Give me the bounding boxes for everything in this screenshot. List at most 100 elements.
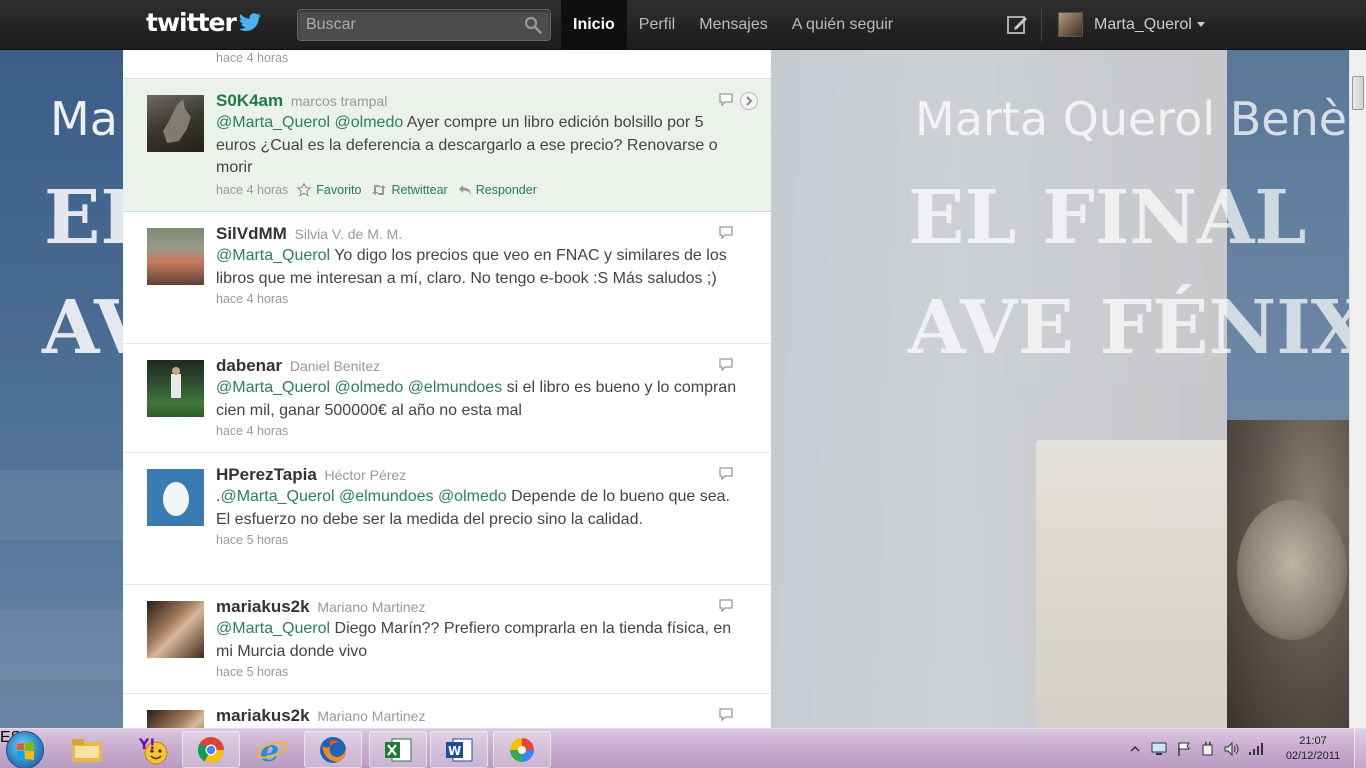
background-photo (1227, 420, 1366, 730)
main-nav: Inicio Perfil Mensajes A quién seguir (561, 0, 905, 50)
firefox-icon (320, 736, 347, 763)
timeline: hace 4 horas S0K4am marcos trampal @Mart… (123, 50, 771, 730)
search-icon[interactable] (524, 16, 542, 34)
tweet-actions: Favorito Retwittear Responder (296, 181, 547, 198)
tweet-full-name: Daniel Benitez (289, 358, 381, 374)
speech-bubble-icon[interactable] (719, 599, 733, 612)
reply-arrow-icon (458, 184, 471, 195)
taskbar-yahoo-messenger[interactable]: Y! (124, 731, 182, 768)
tweet-time[interactable]: hace 5 horas (216, 665, 288, 679)
tweet-avatar[interactable] (147, 710, 204, 730)
user-menu[interactable]: Marta_Querol (1058, 12, 1205, 37)
tweet-item[interactable]: mariakus2k Mariano Martinez @Marta_Quero… (123, 585, 771, 694)
yahoo-messenger-icon: Y! (138, 737, 168, 764)
tweet-screen-name[interactable]: mariakus2k (216, 597, 310, 616)
tweet-mention[interactable]: @olmedo (335, 114, 404, 131)
action-center-flag-icon[interactable] (1176, 742, 1192, 756)
taskbar-excel[interactable] (369, 731, 427, 768)
taskbar-chrome[interactable] (182, 731, 240, 768)
nav-perfil[interactable]: Perfil (627, 0, 687, 50)
network-signal-icon[interactable] (1248, 742, 1264, 756)
speech-bubble-icon[interactable] (719, 93, 733, 106)
clock-time: 21:07 (1299, 735, 1327, 747)
tweet-mention[interactable]: @olmedo (438, 488, 507, 505)
topbar-separator (1041, 8, 1042, 42)
scrollbar-thumb[interactable] (1352, 76, 1364, 110)
chevron-right-icon[interactable] (739, 91, 759, 111)
show-desktop-button[interactable] (1354, 729, 1366, 768)
background-title-right-2: AVE FÉNIX (908, 285, 1366, 371)
tweet-screen-name[interactable]: SilVdMM (216, 224, 287, 243)
speech-bubble-icon[interactable] (719, 226, 733, 239)
taskbar-picasa[interactable] (493, 731, 551, 768)
tweet-time[interactable]: hace 5 horas (216, 533, 288, 547)
favorite-button[interactable]: Favorito (296, 181, 361, 198)
tweet-mention[interactable]: @Marta_Querol (216, 114, 330, 131)
twitter-logo[interactable]: twitter (146, 8, 262, 37)
background-author-right: Marta Querol Benèch (915, 92, 1366, 146)
previous-tweet-time: hace 4 horas (216, 51, 289, 65)
nav-mensajes[interactable]: Mensajes (687, 0, 779, 50)
nav-a-quien-seguir[interactable]: A quién seguir (780, 0, 905, 50)
taskbar-firefox[interactable] (304, 731, 362, 768)
tweet-screen-name[interactable]: mariakus2k (216, 706, 310, 725)
windows-taskbar: Y! e W ES 21:07 02/12/2011 (0, 728, 1366, 768)
tweet-screen-name[interactable]: S0K4am (216, 91, 283, 110)
chevron-down-icon (1196, 22, 1205, 27)
tweet-time[interactable]: hace 4 horas (216, 424, 288, 438)
tweet-avatar[interactable] (147, 360, 204, 417)
tweet-mention[interactable]: @elmundoes (408, 379, 503, 396)
compose-tweet-icon[interactable] (1006, 14, 1028, 36)
tweet-item[interactable]: HPerezTapia Héctor Pérez .@Marta_Querol … (123, 453, 771, 585)
start-button[interactable] (6, 731, 44, 768)
tweet-mention[interactable]: @Marta_Querol (216, 379, 330, 396)
speech-bubble-icon[interactable] (719, 467, 733, 480)
background-book-panel (771, 50, 1246, 740)
search-input[interactable] (298, 10, 518, 40)
tweet-screen-name[interactable]: dabenar (216, 356, 282, 375)
power-plug-icon[interactable] (1200, 742, 1216, 756)
tweet-item[interactable]: mariakus2k Mariano Martinez (123, 694, 771, 730)
tweet-avatar[interactable] (147, 469, 204, 526)
background-title-right-1: EL FINAL (908, 175, 1307, 261)
tweet-full-name: Héctor Pérez (324, 467, 407, 483)
tweet-time[interactable]: hace 4 horas (216, 292, 288, 306)
volume-icon[interactable] (1224, 742, 1240, 756)
tweet-item[interactable]: S0K4am marcos trampal @Marta_Querol @olm… (123, 78, 771, 212)
tweet-full-name: Mariano Martinez (317, 708, 426, 724)
background-author-left: Ma (50, 92, 118, 146)
tweet-mention[interactable]: @olmedo (335, 379, 404, 396)
system-clock[interactable]: 21:07 02/12/2011 (1283, 734, 1343, 764)
tweet-time[interactable]: hace 4 horas (216, 183, 288, 197)
username: Marta_Querol (1094, 15, 1192, 33)
nav-inicio[interactable]: Inicio (561, 0, 627, 50)
tweet-full-name: Mariano Martinez (317, 599, 426, 615)
chevron-up-icon[interactable] (1130, 742, 1140, 756)
speech-bubble-icon[interactable] (719, 708, 733, 721)
tweet-screen-name[interactable]: HPerezTapia (216, 465, 317, 484)
tweet-item[interactable]: dabenar Daniel Benitez @Marta_Querol @ol… (123, 344, 771, 453)
clock-date: 02/12/2011 (1285, 750, 1341, 762)
windows-logo-icon (17, 742, 34, 760)
retweet-icon (372, 184, 387, 195)
tweet-avatar[interactable] (147, 228, 204, 285)
taskbar-word[interactable]: W (430, 731, 488, 768)
tweet-mention[interactable]: @Marta_Querol (220, 488, 334, 505)
tweet-mention[interactable]: @elmundoes (339, 488, 434, 505)
page-scrollbar[interactable] (1349, 50, 1366, 730)
taskbar-internet-explorer[interactable]: e (243, 731, 301, 768)
twitter-bird-icon (238, 12, 261, 31)
tweet-item[interactable]: SilVdMM Silvia V. de M. M. @Marta_Querol… (123, 212, 771, 344)
reply-button[interactable]: Responder (458, 183, 537, 197)
logo-text: twitter (146, 8, 237, 37)
tweet-mention[interactable]: @Marta_Querol (216, 620, 330, 637)
speech-bubble-icon[interactable] (719, 358, 733, 371)
top-bar: twitter Inicio Perfil Mensajes A quién s… (0, 0, 1366, 50)
tweet-avatar[interactable] (147, 95, 204, 152)
taskbar-explorer[interactable] (58, 731, 116, 768)
display-icon[interactable] (1151, 742, 1167, 756)
tweet-avatar[interactable] (147, 601, 204, 658)
tweet-mention[interactable]: @Marta_Querol (216, 247, 330, 264)
retweet-button[interactable]: Retwittear (371, 183, 448, 197)
excel-icon (385, 738, 412, 761)
